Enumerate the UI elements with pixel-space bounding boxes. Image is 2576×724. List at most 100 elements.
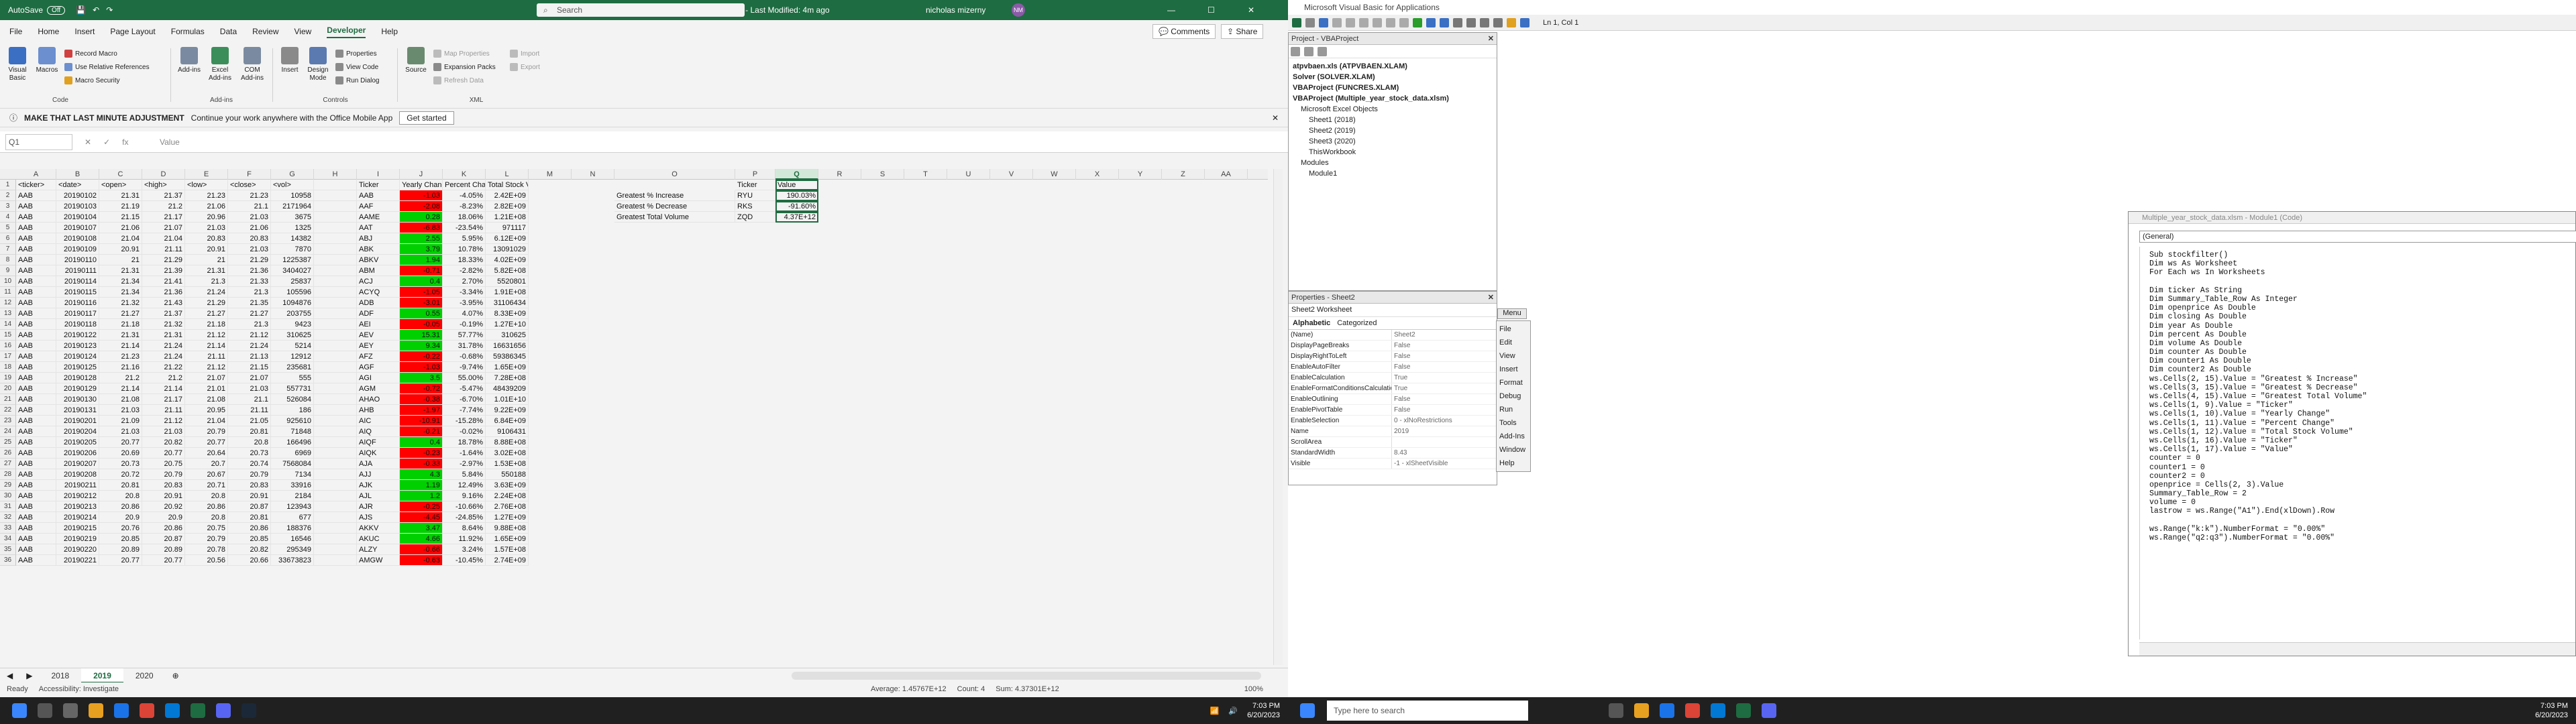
table-cell[interactable]: 20190115: [56, 287, 99, 298]
table-cell[interactable]: ACJ: [357, 276, 400, 287]
close-icon[interactable]: ✕: [1248, 5, 1254, 15]
table-cell[interactable]: AJA: [357, 459, 400, 469]
table-cell[interactable]: 21.08: [185, 394, 228, 405]
table-cell[interactable]: 21.32: [142, 319, 185, 330]
table-cell[interactable]: 20.8: [185, 512, 228, 523]
table-cell[interactable]: AAB: [16, 480, 56, 491]
task-view-icon[interactable]: [1609, 703, 1623, 718]
table-cell[interactable]: 310625: [271, 330, 314, 341]
table-cell[interactable]: 9.34: [400, 341, 443, 351]
table-cell[interactable]: 6.84E+09: [486, 416, 529, 426]
table-cell[interactable]: 20.85: [228, 534, 271, 544]
column-header-j[interactable]: J: [400, 169, 443, 180]
row-header[interactable]: 15: [0, 330, 16, 341]
table-cell[interactable]: 20190207: [56, 459, 99, 469]
table-cell[interactable]: [314, 233, 357, 244]
table-cell[interactable]: ABKV: [357, 255, 400, 265]
table-cell[interactable]: 20190102: [56, 190, 99, 201]
table-cell[interactable]: 15.31: [400, 330, 443, 341]
table-cell[interactable]: 20.83: [228, 480, 271, 491]
table-cell[interactable]: 21.12: [185, 362, 228, 373]
table-cell[interactable]: [314, 319, 357, 330]
search-icon[interactable]: [38, 703, 52, 718]
view-code-icon[interactable]: [1291, 47, 1300, 56]
table-cell[interactable]: AIQ: [357, 426, 400, 437]
tree-item[interactable]: Sheet2 (2019): [1290, 125, 1495, 136]
table-cell[interactable]: 1.27E+10: [486, 319, 529, 330]
code-line[interactable]: ws.Cells(1, 10).Value = "Yearly Change": [2149, 410, 2575, 418]
property-row[interactable]: DisplayPageBreaks False: [1289, 341, 1497, 351]
table-cell[interactable]: AAB: [16, 373, 56, 383]
table-cell[interactable]: 925610: [271, 416, 314, 426]
column-header-r[interactable]: R: [818, 169, 861, 180]
table-cell[interactable]: [314, 298, 357, 308]
table-cell[interactable]: 1.57E+08: [486, 544, 529, 555]
table-cell[interactable]: -3.34%: [443, 287, 486, 298]
close-icon[interactable]: ✕: [1488, 33, 1494, 45]
tab-categorized[interactable]: Categorized: [1337, 319, 1377, 327]
redo-icon[interactable]: [1399, 17, 1409, 27]
redo-icon[interactable]: ↷: [106, 5, 113, 15]
table-cell[interactable]: -9.74%: [443, 362, 486, 373]
table-cell[interactable]: 21.31: [99, 330, 142, 341]
expansion-packs-button[interactable]: Expansion Packs: [433, 63, 496, 71]
code-line[interactable]: [2149, 516, 2575, 525]
table-cell[interactable]: 21.03: [99, 405, 142, 416]
table-cell[interactable]: 20190103: [56, 201, 99, 212]
code-line[interactable]: [2149, 278, 2575, 286]
property-row[interactable]: EnableOutlining False: [1289, 394, 1497, 405]
table-cell[interactable]: AMGW: [357, 555, 400, 566]
property-row[interactable]: Name 2019: [1289, 426, 1497, 437]
table-cell[interactable]: [314, 223, 357, 233]
row-header[interactable]: 14: [0, 319, 16, 330]
table-cell[interactable]: -10.91: [400, 416, 443, 426]
object-dropdown[interactable]: (General): [2139, 231, 2576, 243]
zoom-level[interactable]: 100%: [1244, 685, 1263, 693]
table-cell[interactable]: [314, 383, 357, 394]
code-line[interactable]: Dim counter2 As Double: [2149, 365, 2575, 374]
column-header-c[interactable]: C: [99, 169, 142, 180]
undo-icon[interactable]: ↶: [93, 5, 99, 15]
table-cell[interactable]: 123943: [271, 501, 314, 512]
greatest-label[interactable]: Greatest Total Volume: [614, 212, 735, 223]
table-cell[interactable]: ADF: [357, 308, 400, 319]
undo-icon[interactable]: [1386, 17, 1395, 27]
row-header[interactable]: 6: [0, 233, 16, 244]
property-row[interactable]: (Name) Sheet2: [1289, 330, 1497, 341]
view-excel-icon[interactable]: [1292, 17, 1301, 27]
table-cell[interactable]: [314, 544, 357, 555]
code-line[interactable]: ws.Cells(4, 15).Value = "Greatest Total …: [2149, 392, 2575, 401]
header-cell[interactable]: Ticker: [357, 180, 400, 190]
header-cell[interactable]: <high>: [142, 180, 185, 190]
table-cell[interactable]: 20190205: [56, 437, 99, 448]
code-editor[interactable]: Sub stockfilter() Dim ws As Worksheet For …: [2139, 247, 2575, 640]
table-cell[interactable]: 20.79: [228, 469, 271, 480]
table-cell[interactable]: 20190131: [56, 405, 99, 416]
table-cell[interactable]: 21.24: [228, 341, 271, 351]
table-cell[interactable]: AAB: [16, 341, 56, 351]
header-cell[interactable]: <ticker>: [16, 180, 56, 190]
table-cell[interactable]: 9.22E+09: [486, 405, 529, 416]
table-cell[interactable]: 21.27: [228, 308, 271, 319]
column-header-x[interactable]: X: [1076, 169, 1119, 180]
table-cell[interactable]: 1094876: [271, 298, 314, 308]
table-cell[interactable]: -0.38: [400, 394, 443, 405]
table-cell[interactable]: 5520801: [486, 276, 529, 287]
properties-button[interactable]: Properties: [335, 50, 377, 58]
table-cell[interactable]: -1.03: [400, 190, 443, 201]
table-cell[interactable]: 21.03: [228, 212, 271, 223]
table-cell[interactable]: 21.41: [142, 276, 185, 287]
table-cell[interactable]: 14382: [271, 233, 314, 244]
table-cell[interactable]: 21.31: [142, 330, 185, 341]
table-cell[interactable]: 20190221: [56, 555, 99, 566]
table-cell[interactable]: 20.86: [185, 501, 228, 512]
table-cell[interactable]: 20190204: [56, 426, 99, 437]
table-cell[interactable]: 48439209: [486, 383, 529, 394]
row-header[interactable]: 26: [0, 448, 16, 459]
table-cell[interactable]: -10.45%: [443, 555, 486, 566]
code-line[interactable]: Dim counter As Double: [2149, 348, 2575, 357]
clock[interactable]: 7:03 PM 6/20/2023: [1247, 701, 1280, 720]
close-message-icon[interactable]: ✕: [1272, 113, 1279, 123]
table-cell[interactable]: 20.75: [185, 523, 228, 534]
table-cell[interactable]: 21.3: [185, 276, 228, 287]
